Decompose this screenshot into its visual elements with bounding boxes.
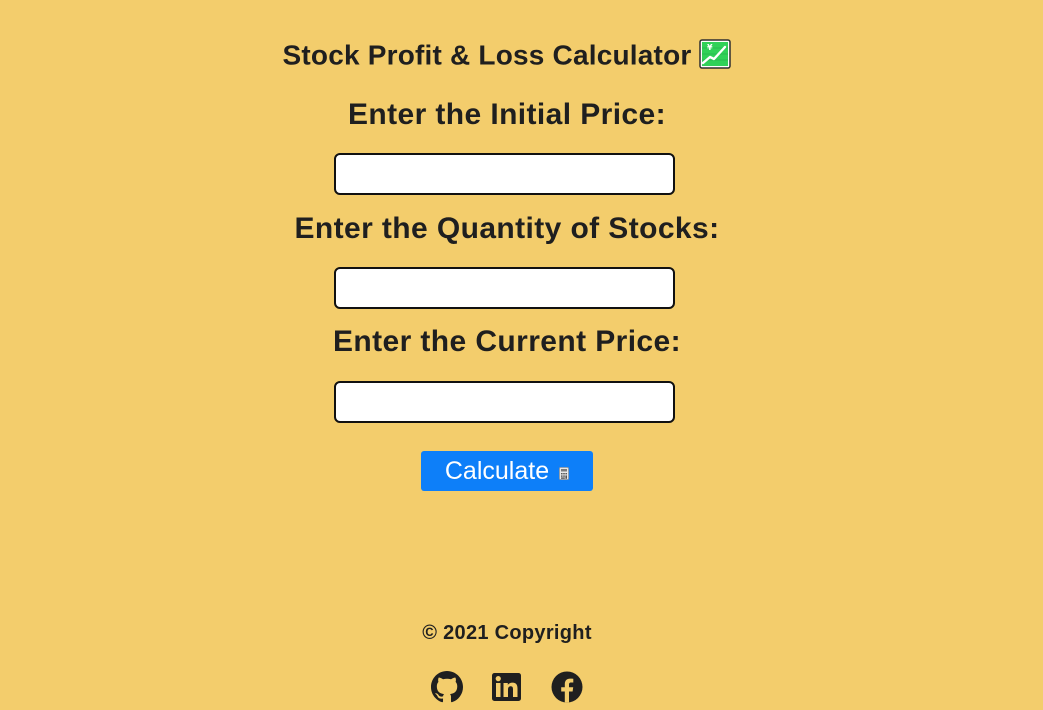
- calculator-icon: [559, 452, 570, 480]
- copyright-text: © 2021 Copyright: [422, 622, 592, 644]
- calculate-button-label: Calculate: [444, 457, 550, 485]
- current-price-input[interactable]: [334, 381, 675, 423]
- page-title: Stock Profit & Loss Calculator ¥: [0, 37, 1014, 73]
- svg-text:¥: ¥: [707, 43, 713, 52]
- initial-price-input[interactable]: [334, 153, 675, 195]
- github-link[interactable]: [431, 671, 463, 703]
- linkedin-link[interactable]: [491, 671, 523, 703]
- linkedin-icon: [491, 671, 523, 703]
- calculate-button[interactable]: Calculate: [421, 451, 593, 491]
- facebook-link[interactable]: [551, 671, 583, 703]
- facebook-icon: [551, 671, 583, 703]
- github-icon: [431, 671, 463, 703]
- quantity-label: Enter the Quantity of Stocks:: [294, 212, 720, 245]
- calculator-page: Stock Profit & Loss Calculator ¥ Enter t…: [0, 0, 1014, 710]
- current-price-label: Enter the Current Price:: [332, 325, 681, 358]
- chart-increasing-with-yen-icon: ¥: [699, 38, 732, 69]
- quantity-input[interactable]: [334, 267, 675, 309]
- initial-price-label: Enter the Initial Price:: [347, 98, 666, 131]
- page-title-text: Stock Profit & Loss Calculator: [282, 39, 692, 71]
